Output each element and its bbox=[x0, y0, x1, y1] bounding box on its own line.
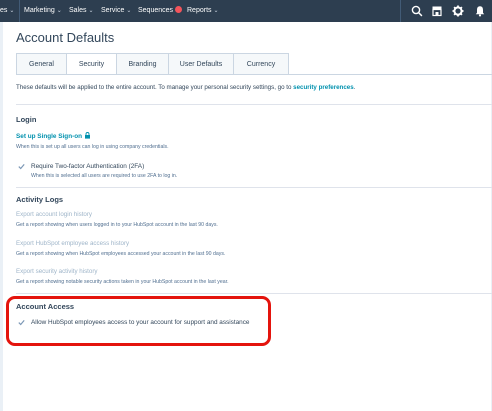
chevron-down-icon: ⌄ bbox=[213, 8, 219, 14]
tab-user-defaults[interactable]: User Defaults bbox=[169, 53, 234, 75]
chevron-down-icon: ⌄ bbox=[126, 8, 132, 14]
login-heading: Login bbox=[16, 115, 37, 124]
nav-item-marketing[interactable]: Marketing ⌄ bbox=[24, 0, 62, 22]
sequences-badge-icon bbox=[175, 5, 183, 13]
chevron-down-icon: ⌄ bbox=[9, 8, 15, 14]
page-title: Account Defaults bbox=[16, 30, 115, 45]
export-login-history-help: Get a report showing when users logged i… bbox=[16, 222, 218, 228]
twofa-checkbox[interactable] bbox=[18, 163, 25, 170]
nav-item-truncated[interactable]: es ⌄ bbox=[0, 0, 14, 22]
section-divider bbox=[16, 293, 492, 294]
nav-divider bbox=[19, 0, 20, 22]
tab-currency[interactable]: Currency bbox=[234, 53, 289, 75]
nav-item-sales[interactable]: Sales ⌄ bbox=[69, 0, 94, 22]
sso-help-text: When this is set up all users can log in… bbox=[16, 144, 169, 150]
search-icon[interactable] bbox=[410, 4, 424, 18]
twofa-label: Require Two-factor Authentication (2FA) bbox=[31, 163, 145, 170]
tab-general[interactable]: General bbox=[16, 53, 67, 75]
nav-divider bbox=[400, 0, 401, 22]
notifications-icon[interactable] bbox=[473, 4, 487, 18]
nav-item-label: Sales bbox=[69, 7, 87, 14]
nav-item-label: Marketing bbox=[24, 7, 55, 14]
intro-suffix: . bbox=[353, 84, 356, 91]
sso-link[interactable]: Set up Single Sign-on bbox=[16, 132, 91, 141]
nav-item-label: es bbox=[0, 7, 8, 14]
intro-text: These defaults will be applied to the en… bbox=[16, 84, 355, 91]
export-login-history-link[interactable]: Export account login history bbox=[16, 211, 92, 218]
activity-logs-heading: Activity Logs bbox=[16, 195, 64, 204]
top-navigation: es ⌄ Marketing ⌄ Sales ⌄ Service ⌄ Sequences… bbox=[0, 0, 492, 22]
marketplace-icon[interactable] bbox=[430, 4, 444, 18]
tab-branding[interactable]: Branding bbox=[117, 53, 169, 75]
highlight-annotation bbox=[6, 296, 271, 346]
lock-icon bbox=[84, 132, 91, 139]
nav-item-reports[interactable]: Reports ⌄ bbox=[187, 0, 219, 22]
export-security-activity-link[interactable]: Export security activity history bbox=[16, 268, 98, 275]
settings-tabs: General Security Branding User Defaults … bbox=[16, 53, 289, 75]
export-employee-access-help: Get a report showing when HubSpot employ… bbox=[16, 251, 226, 257]
nav-item-service[interactable]: Service ⌄ bbox=[101, 0, 131, 22]
nav-item-label: Service bbox=[101, 7, 125, 14]
section-divider bbox=[16, 104, 492, 105]
tab-baseline bbox=[16, 74, 492, 75]
section-divider bbox=[16, 187, 492, 188]
left-gutter bbox=[0, 22, 3, 411]
chevron-down-icon: ⌄ bbox=[56, 8, 62, 14]
twofa-help-text: When this is selected all users are requ… bbox=[31, 173, 178, 179]
settings-icon[interactable] bbox=[451, 4, 465, 18]
security-preferences-link[interactable]: security preferences bbox=[293, 84, 354, 91]
tab-security[interactable]: Security bbox=[67, 53, 117, 75]
intro-body: These defaults will be applied to the en… bbox=[16, 84, 294, 91]
export-employee-access-link[interactable]: Export HubSpot employee access history bbox=[16, 240, 129, 247]
nav-item-label: Reports bbox=[187, 7, 212, 14]
chevron-down-icon: ⌄ bbox=[88, 8, 94, 14]
export-security-activity-help: Get a report showing notable security ac… bbox=[16, 279, 229, 285]
nav-item-label: Sequences bbox=[138, 7, 174, 14]
nav-item-sequences[interactable]: Sequences bbox=[138, 0, 183, 22]
sso-link-label: Set up Single Sign-on bbox=[16, 133, 83, 141]
